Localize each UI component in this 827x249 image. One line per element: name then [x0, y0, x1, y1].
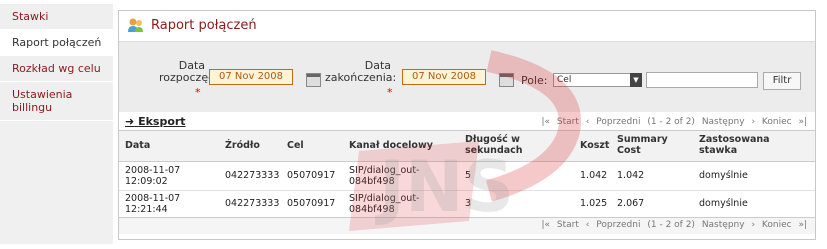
- cell-date: 2008-11-07 12:09:02: [125, 165, 181, 187]
- column-header[interactable]: Kanał docelowy: [349, 140, 433, 151]
- table-row: 2008-11-07 12:09:02 042273333 05070917 S…: [119, 162, 815, 191]
- next-icon: ›: [751, 220, 756, 230]
- cell-source: 042273333: [225, 198, 280, 209]
- pager-info: (1 - 2 of 2): [647, 117, 695, 127]
- sidebar-item-rozklad-wg-celu[interactable]: Rozkład wg celu: [0, 56, 113, 82]
- filter-text-input[interactable]: [646, 72, 758, 88]
- pager-start[interactable]: Start: [557, 220, 579, 230]
- cell-summary-cost: 1.042: [617, 170, 645, 181]
- sidebar: Stawki Raport połączeń Rozkład wg celu U…: [0, 4, 119, 244]
- pager-prev[interactable]: Poprzedni: [596, 117, 640, 127]
- required-mark: *: [387, 86, 393, 99]
- cell-dest: 05070917: [287, 198, 336, 209]
- cell-cost: 1.025: [580, 198, 608, 209]
- field-select[interactable]: Cel ▼: [553, 73, 642, 87]
- end-date-input[interactable]: 07 Nov 2008: [402, 69, 486, 85]
- prev-icon: ‹: [585, 117, 590, 127]
- pager-next[interactable]: Następny: [702, 220, 745, 230]
- cell-channel: SIP/dialog_out-084bf498: [349, 193, 420, 215]
- pager-info: (1 - 2 of 2): [647, 220, 695, 230]
- end-date-label: Data zakończenia:: [325, 59, 397, 84]
- cell-cost: 1.042: [580, 170, 608, 181]
- cell-source: 042273333: [225, 170, 280, 181]
- table-header: Data Źródło Cel Kanał docelowy Długość w…: [119, 130, 815, 162]
- pager-top: |« Start ‹ Poprzedni (1 - 2 of 2) Następ…: [537, 117, 807, 127]
- pager-prev[interactable]: Poprzedni: [596, 220, 640, 230]
- column-header[interactable]: Źródło: [225, 140, 260, 151]
- sidebar-item-stawki[interactable]: Stawki: [0, 4, 113, 30]
- column-header[interactable]: Summary Cost: [617, 134, 677, 156]
- report-panel: Raport połączeń Data rozpoczęcia: * 07 No…: [118, 10, 816, 240]
- cell-dest: 05070917: [287, 170, 336, 181]
- pager-start[interactable]: Start: [557, 117, 579, 127]
- cell-duration: 3: [465, 198, 472, 209]
- last-page-icon: »|: [798, 220, 807, 230]
- filter-bar: Data rozpoczęcia: * 07 Nov 2008 Data zakoń…: [119, 41, 815, 112]
- start-date-label: Data rozpoczęcia:: [159, 59, 228, 84]
- first-page-icon: |«: [541, 220, 551, 230]
- pager-end[interactable]: Koniec: [762, 220, 792, 230]
- column-header[interactable]: Data: [125, 140, 150, 151]
- column-header[interactable]: Długość w sekundach: [465, 134, 545, 156]
- panel-header: Raport połączeń: [119, 11, 815, 39]
- field-label: Pole:: [521, 74, 548, 87]
- sidebar-item-ustawienia-billingu[interactable]: Ustawienia billingu: [0, 82, 113, 121]
- calendar-icon[interactable]: [306, 73, 321, 87]
- export-link[interactable]: ➜ Eksport: [125, 115, 186, 128]
- cell-date: 2008-11-07 12:21:44: [125, 193, 181, 215]
- next-icon: ›: [751, 117, 756, 127]
- cell-rate: domyślnie: [699, 198, 748, 209]
- pager-next[interactable]: Następny: [702, 117, 745, 127]
- column-header[interactable]: Zastosowana stawka: [699, 134, 789, 156]
- table-row: 2008-11-07 12:21:44 042273333 05070917 S…: [119, 190, 815, 219]
- prev-icon: ‹: [585, 220, 590, 230]
- pager-end[interactable]: Koniec: [762, 117, 792, 127]
- cell-duration: 5: [465, 170, 472, 181]
- chevron-down-icon[interactable]: ▼: [630, 73, 642, 87]
- column-header[interactable]: Cel: [287, 140, 304, 151]
- arrow-icon: ➜: [125, 115, 135, 128]
- calendar-icon[interactable]: [499, 73, 514, 87]
- users-icon: [128, 18, 143, 32]
- required-mark: *: [195, 86, 201, 99]
- last-page-icon: »|: [798, 117, 807, 127]
- start-date-input[interactable]: 07 Nov 2008: [209, 69, 293, 85]
- pager-bottom: |« Start ‹ Poprzedni (1 - 2 of 2) Następ…: [537, 220, 807, 230]
- cell-rate: domyślnie: [699, 170, 748, 181]
- sidebar-item-raport-polaczen[interactable]: Raport połączeń: [0, 30, 119, 56]
- filter-button[interactable]: Filtr: [763, 72, 801, 90]
- page-title: Raport połączeń: [151, 17, 257, 33]
- first-page-icon: |«: [541, 117, 551, 127]
- cell-channel: SIP/dialog_out-084bf498: [349, 165, 420, 187]
- cell-summary-cost: 2.067: [617, 198, 645, 209]
- column-header[interactable]: Koszt: [580, 140, 609, 151]
